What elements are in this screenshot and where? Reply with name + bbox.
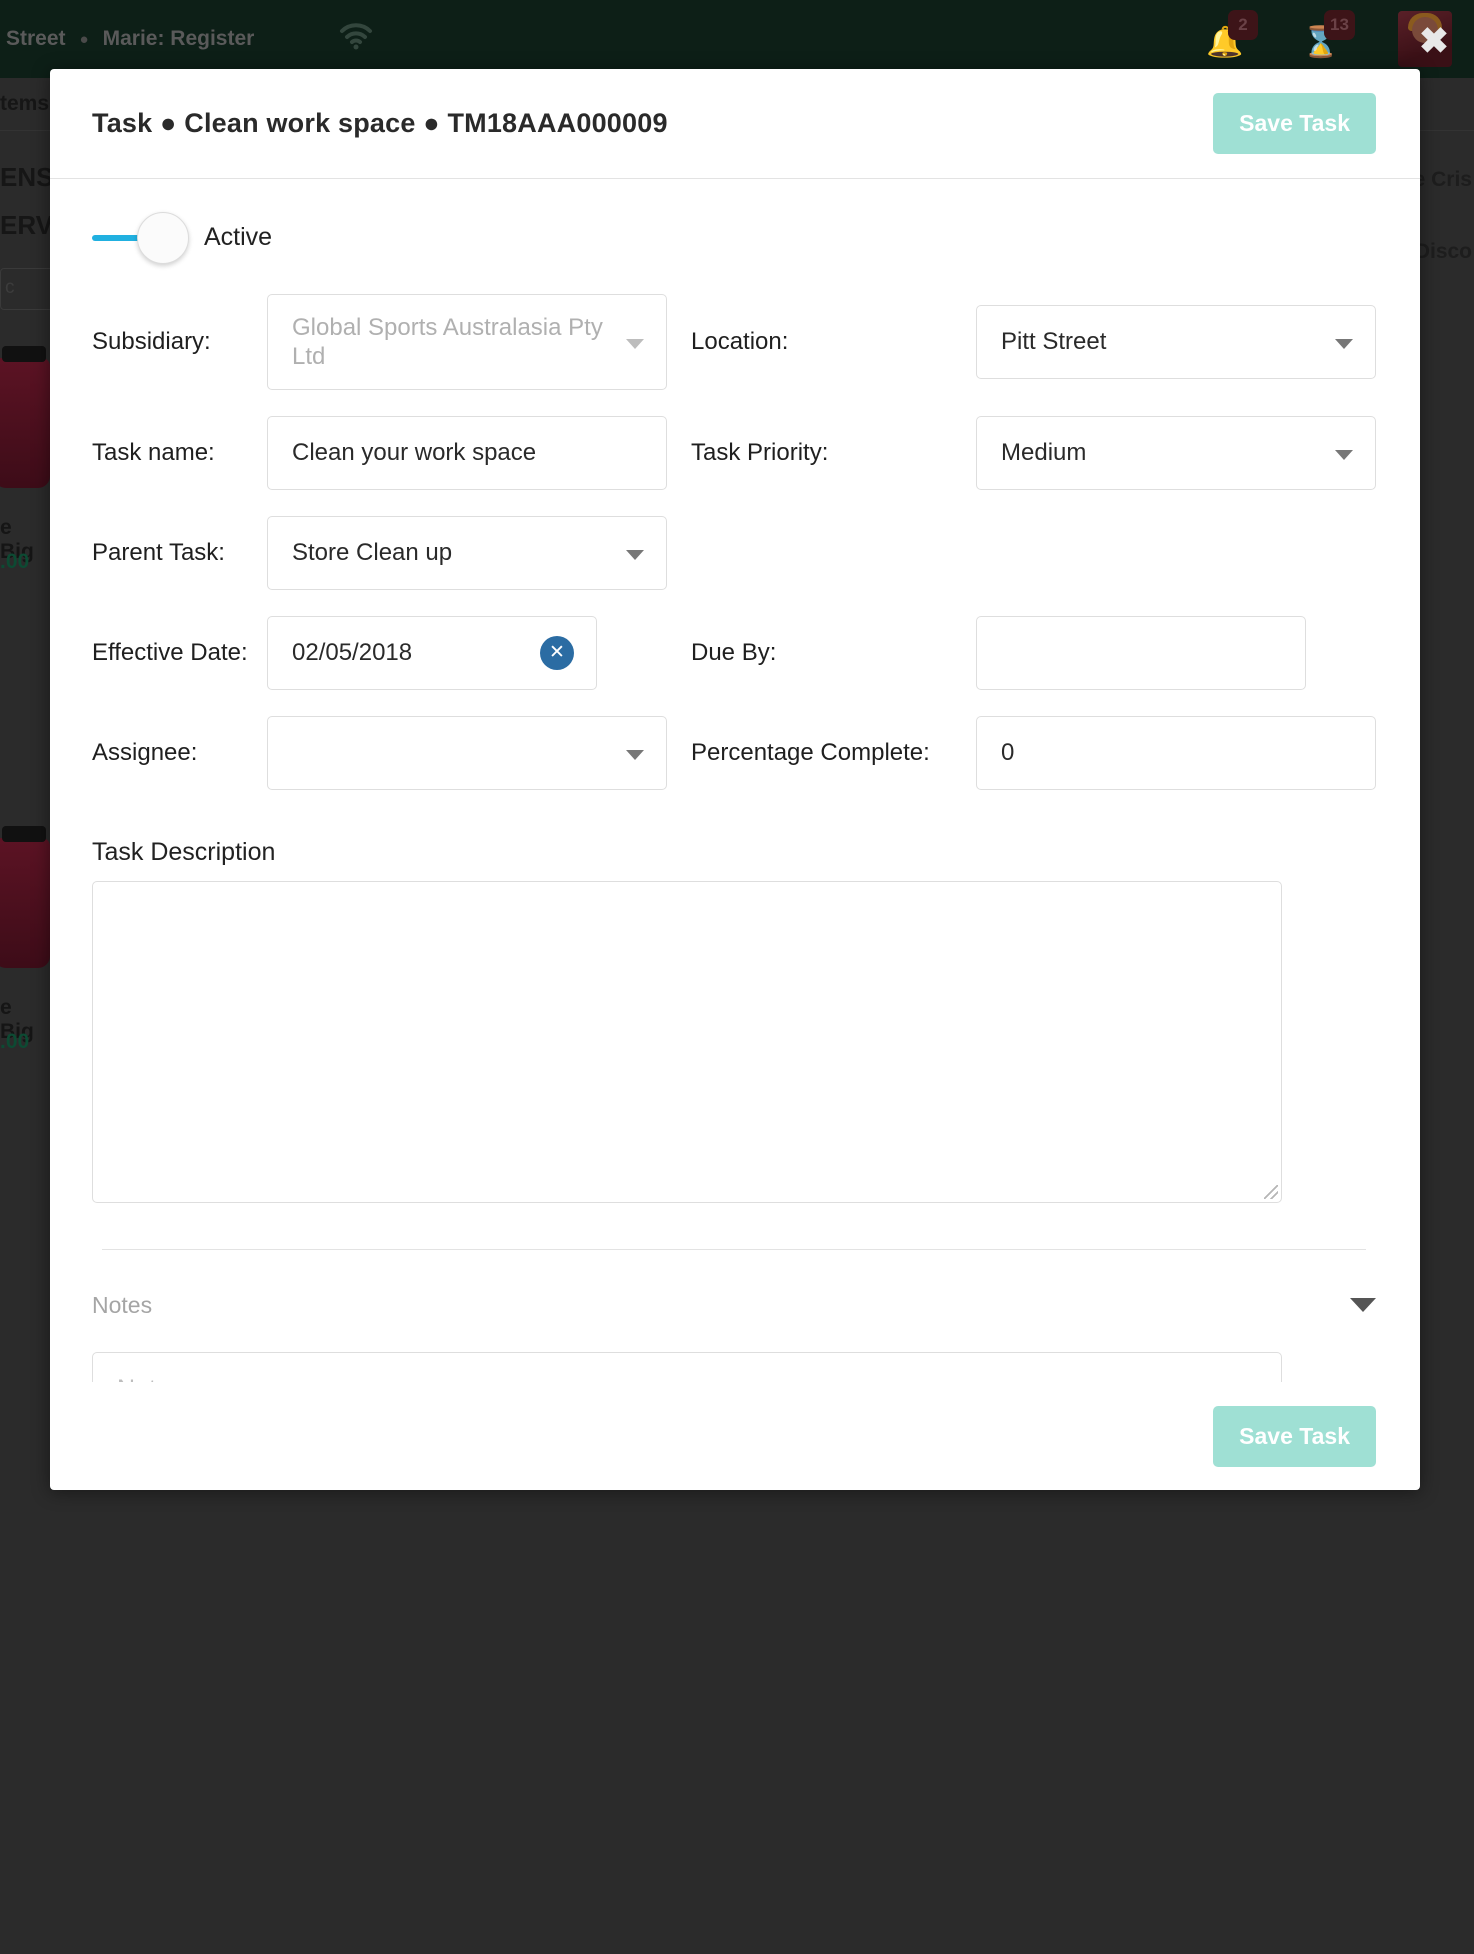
effective-date-input[interactable]: 02/05/2018 ✕	[267, 616, 597, 690]
task-priority-label: Task Priority:	[691, 438, 829, 466]
task-description-label: Task Description	[92, 838, 276, 866]
product-image-1	[0, 346, 50, 488]
active-toggle-label: Active	[204, 223, 273, 251]
menu-label-1: ENS	[0, 162, 54, 192]
subsidiary-value: Global Sports Australasia Pty Ltd	[292, 313, 603, 370]
chevron-down-icon	[1335, 450, 1353, 460]
parent-task-select[interactable]: Store Clean up	[267, 516, 667, 590]
active-toggle-row: Active	[92, 211, 1376, 264]
effective-date-label: Effective Date:	[92, 638, 248, 666]
percentage-complete-input[interactable]: 0	[976, 716, 1376, 790]
notes-section: Notes Notes Attachment ✚ Add Task Note	[50, 1250, 1420, 1382]
notes-header: Notes	[92, 1282, 1376, 1328]
product-image-1-cap	[2, 346, 46, 362]
percentage-complete-value: 0	[1001, 739, 1015, 766]
modal-header: Task ● Clean work space ● TM18AAA000009 …	[50, 69, 1420, 179]
task-priority-value: Medium	[1001, 439, 1087, 466]
subsidiary-select[interactable]: Global Sports Australasia Pty Ltd	[267, 294, 667, 390]
close-circle-icon[interactable]: ✕	[540, 636, 574, 670]
save-task-button-bottom[interactable]: Save Task	[1213, 1405, 1376, 1467]
topbar-separator-icon: ●	[79, 30, 89, 48]
product-image-2-cap	[2, 826, 46, 842]
product-price-1: .00	[0, 550, 30, 573]
notes-placeholder: Notes	[117, 1375, 182, 1382]
right-panel-text-2: Disco	[1414, 240, 1472, 263]
task-form-grid: Subsidiary: Global Sports Australasia Pt…	[92, 294, 1376, 790]
product-price-2: .00	[0, 1030, 30, 1053]
assignee-select[interactable]	[267, 716, 667, 790]
task-description-textarea[interactable]	[92, 881, 1282, 1203]
queue-button[interactable]: ⌛ 13	[1302, 10, 1355, 62]
topbar-user-label: Marie: Register	[102, 27, 255, 50]
save-task-button-top[interactable]: Save Task	[1213, 93, 1376, 154]
location-value: Pitt Street	[1001, 328, 1107, 355]
modal-body: Active Subsidiary: Global Sports Austral…	[50, 179, 1420, 1382]
task-name-input[interactable]: Clean your work space	[267, 416, 667, 490]
assignee-label: Assignee:	[92, 738, 198, 766]
subsidiary-label: Subsidiary:	[92, 327, 211, 355]
topbar-location-label: Street	[6, 27, 66, 50]
chevron-down-icon	[626, 550, 644, 560]
modal-footer: Save Task	[50, 1382, 1420, 1490]
topbar-breadcrumb: Street ● Marie: Register	[0, 22, 374, 56]
percentage-complete-label: Percentage Complete:	[691, 738, 930, 766]
task-modal: Task ● Clean work space ● TM18AAA000009 …	[50, 69, 1420, 1490]
queue-badge: 13	[1324, 10, 1355, 40]
active-toggle[interactable]	[92, 211, 189, 264]
parent-task-value: Store Clean up	[292, 539, 453, 566]
app-topbar: Street ● Marie: Register 🔔 2 ⌛ 13	[0, 0, 1474, 78]
notes-textarea[interactable]: Notes	[92, 1352, 1282, 1382]
chevron-down-icon[interactable]	[1350, 1298, 1376, 1312]
location-label: Location:	[691, 327, 789, 355]
page-title: Task ● Clean work space ● TM18AAA000009	[92, 108, 668, 138]
parent-task-label: Parent Task:	[92, 538, 225, 566]
app-left-panel: tems ENS ERVI c e Big .00 e Big .00	[0, 78, 60, 1954]
chevron-down-icon	[1335, 339, 1353, 349]
chevron-down-icon	[626, 750, 644, 760]
notifications-badge: 2	[1228, 10, 1258, 40]
resize-handle[interactable]	[1264, 1185, 1278, 1199]
chevron-down-icon	[626, 339, 644, 349]
task-name-value: Clean your work space	[292, 439, 537, 466]
items-label: tems	[0, 92, 50, 115]
effective-date-value: 02/05/2018	[292, 639, 413, 666]
active-toggle-knob	[137, 211, 189, 264]
product-image-2	[0, 826, 50, 968]
notes-title: Notes	[92, 1291, 153, 1318]
task-form: Active Subsidiary: Global Sports Austral…	[50, 179, 1420, 1250]
due-by-input[interactable]	[976, 616, 1306, 690]
location-select[interactable]: Pitt Street	[976, 305, 1376, 379]
due-by-label: Due By:	[691, 638, 777, 666]
task-priority-select[interactable]: Medium	[976, 416, 1376, 490]
right-panel-text-1: e Cris	[1413, 168, 1472, 191]
wifi-icon	[338, 22, 374, 56]
close-icon[interactable]: ✖	[1414, 22, 1454, 62]
task-name-label: Task name:	[92, 438, 215, 466]
notifications-button[interactable]: 🔔 2	[1206, 10, 1258, 62]
